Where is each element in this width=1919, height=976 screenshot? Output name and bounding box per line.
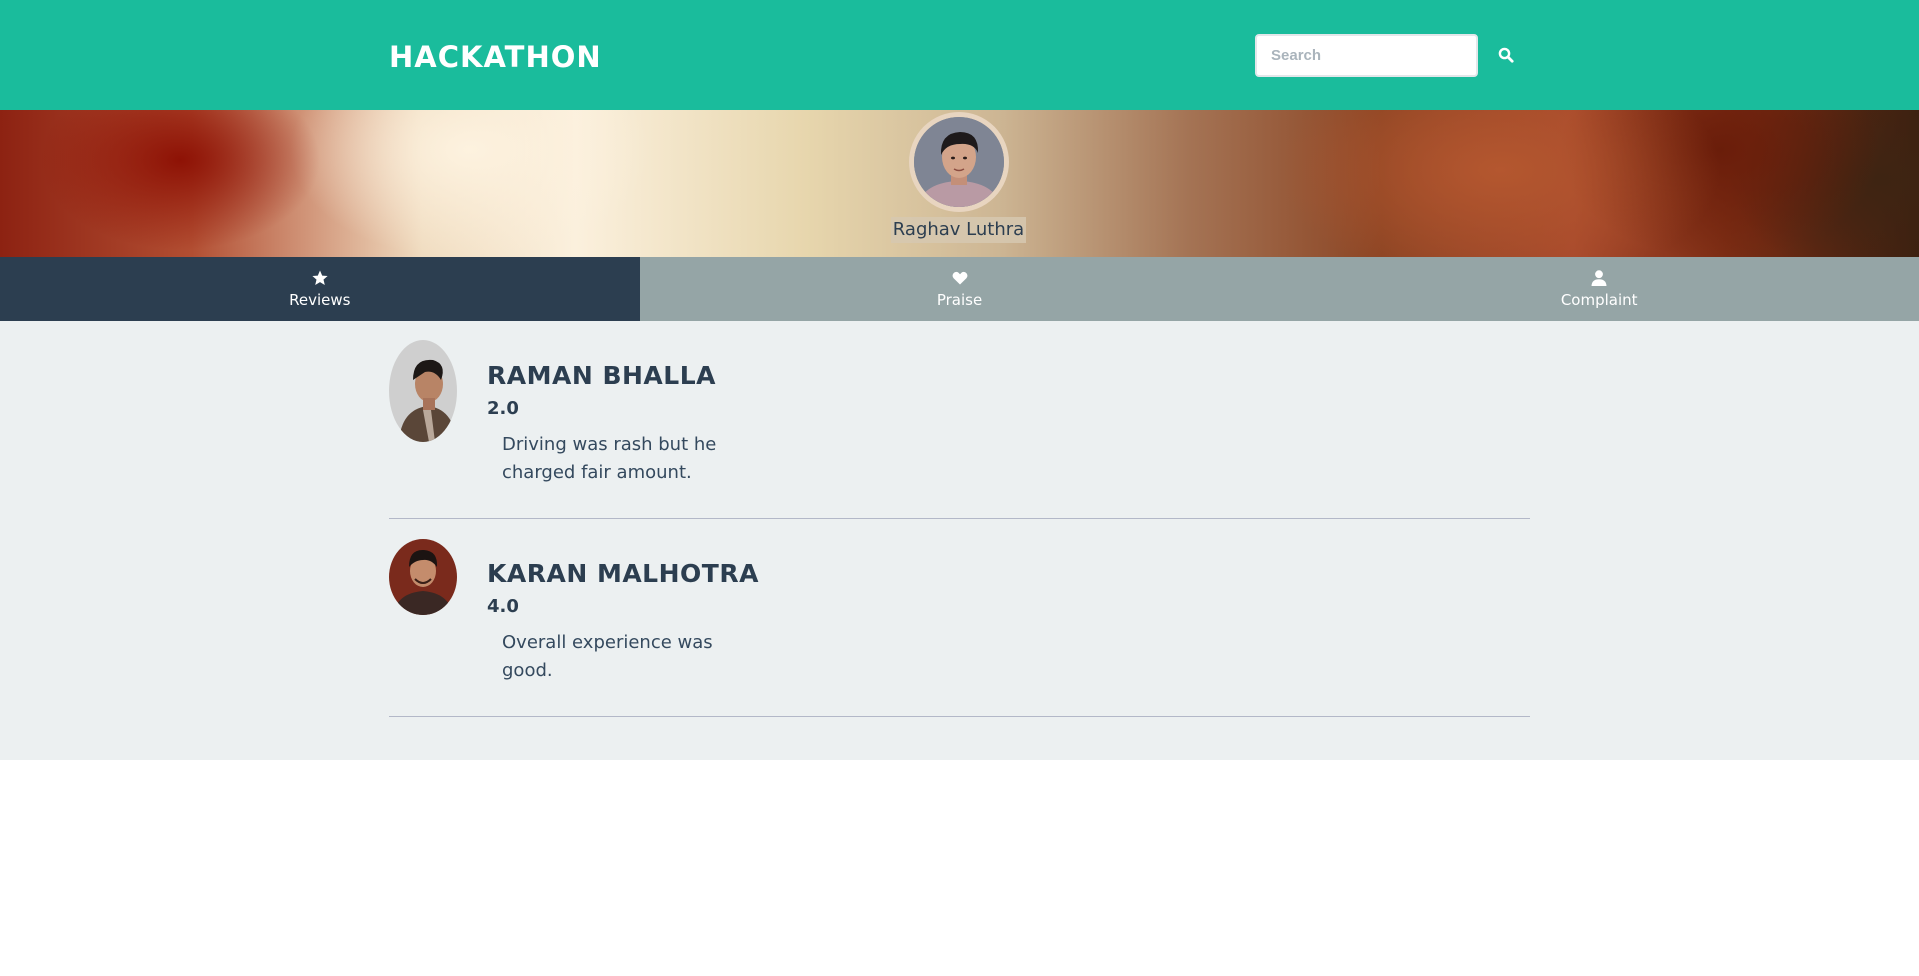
search-icon — [1498, 47, 1514, 63]
reviewer-name: KARAN MALHOTRA — [487, 559, 759, 588]
profile-cover: Raghav Luthra — [0, 110, 1919, 257]
profile-tabs: Reviews Praise Complaint — [0, 257, 1919, 321]
reviewer-name: RAMAN BHALLA — [487, 361, 716, 390]
review-rating: 4.0 — [487, 596, 519, 617]
tab-reviews[interactable]: Reviews — [0, 257, 640, 321]
profile-avatar — [909, 112, 1009, 212]
search-button[interactable] — [1492, 42, 1520, 70]
review-item: KARAN MALHOTRA 4.0 Overall experience wa… — [389, 519, 1530, 717]
review-item: RAMAN BHALLA 2.0 Driving was rash but he… — [389, 321, 1530, 519]
brand-logo[interactable]: HACKATHON — [389, 40, 602, 74]
heart-icon — [952, 271, 967, 285]
tab-complaint[interactable]: Complaint — [1279, 257, 1919, 321]
review-text: Overall experience was good. — [502, 632, 713, 681]
tab-praise[interactable]: Praise — [639, 257, 1280, 321]
reviewer-avatar — [389, 539, 457, 615]
star-icon — [312, 270, 328, 285]
tab-praise-label: Praise — [936, 291, 983, 309]
review-rating: 2.0 — [487, 398, 519, 419]
user-icon — [1591, 270, 1607, 286]
review-text: Driving was rash but he charged fair amo… — [502, 434, 717, 483]
reviews-list: RAMAN BHALLA 2.0 Driving was rash but he… — [0, 321, 1919, 760]
tab-complaint-label: Complaint — [1560, 291, 1638, 309]
reviewer-avatar — [389, 340, 457, 442]
tab-reviews-label: Reviews — [289, 291, 351, 309]
top-navbar: HACKATHON — [0, 0, 1919, 110]
search-input[interactable] — [1255, 34, 1478, 77]
profile-name: Raghav Luthra — [891, 217, 1026, 243]
